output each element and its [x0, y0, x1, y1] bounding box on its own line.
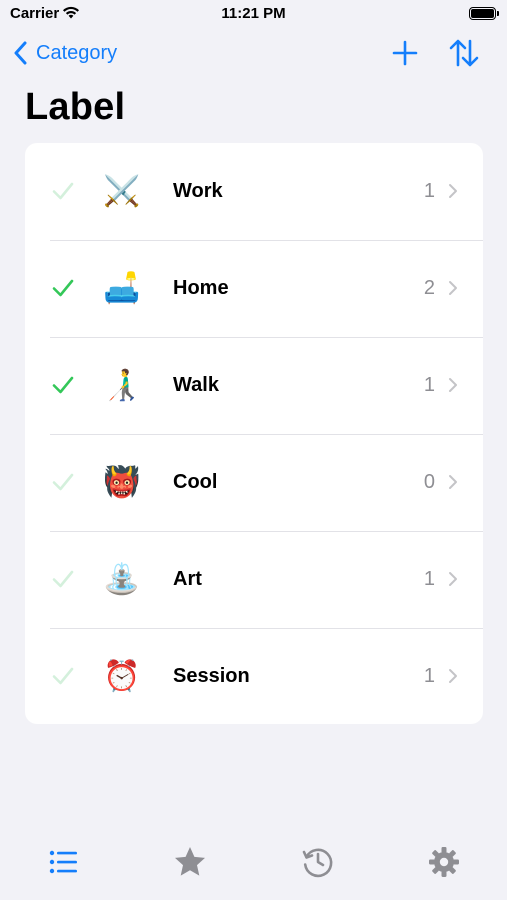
- item-label: Walk: [173, 374, 219, 396]
- checkmark-icon[interactable]: [51, 180, 75, 202]
- checkmark-icon[interactable]: [51, 374, 75, 396]
- tab-list[interactable]: [47, 845, 81, 879]
- item-count: 2: [423, 277, 435, 299]
- chevron-left-icon: [14, 41, 27, 65]
- tab-bar: [0, 830, 507, 900]
- chevron-right-icon: [449, 475, 457, 489]
- item-emoji: 👹: [103, 466, 141, 499]
- back-button[interactable]: Category: [14, 38, 117, 68]
- plus-icon: [392, 40, 418, 66]
- sort-arrows-icon: [449, 39, 479, 67]
- item-emoji: 👨‍🦯: [103, 369, 141, 402]
- add-button[interactable]: [390, 38, 420, 68]
- checkmark-icon[interactable]: [51, 277, 75, 299]
- item-label: Cool: [173, 471, 218, 493]
- list-item[interactable]: 🛋️ Home 2: [25, 240, 483, 337]
- item-count: 1: [423, 180, 435, 202]
- item-label: Session: [173, 665, 250, 687]
- item-label: Home: [173, 277, 229, 299]
- battery-icon: [469, 7, 499, 20]
- sort-button[interactable]: [447, 36, 481, 70]
- chevron-right-icon: [449, 378, 457, 392]
- star-icon: [175, 847, 205, 876]
- chevron-right-icon: [449, 281, 457, 295]
- list-item[interactable]: ⛲ Art 1: [25, 531, 483, 628]
- item-count: 1: [423, 568, 435, 590]
- item-count: 0: [423, 471, 435, 493]
- page-title: Label: [25, 86, 126, 128]
- chevron-right-icon: [449, 572, 457, 586]
- gear-icon: [429, 847, 459, 877]
- item-label: Work: [173, 180, 223, 202]
- tab-settings[interactable]: [427, 845, 461, 879]
- list-item[interactable]: ⚔️ Work 1: [25, 143, 483, 240]
- status-time: 11:21 PM: [221, 5, 286, 22]
- item-emoji: ⛲: [103, 563, 141, 596]
- list-item[interactable]: ⏰ Session 1: [25, 628, 483, 724]
- item-label: Art: [173, 568, 202, 590]
- back-button-label: Category: [36, 41, 118, 64]
- item-count: 1: [423, 374, 435, 396]
- list-item[interactable]: 👨‍🦯 Walk 1: [25, 337, 483, 434]
- checkmark-icon[interactable]: [51, 665, 75, 687]
- history-icon: [302, 848, 333, 878]
- tab-history[interactable]: [301, 845, 335, 879]
- list-icon: [49, 850, 77, 874]
- checkmark-icon[interactable]: [51, 471, 75, 493]
- checkmark-icon[interactable]: [51, 568, 75, 590]
- item-emoji: ⚔️: [103, 175, 141, 208]
- chevron-right-icon: [449, 184, 457, 198]
- status-bar: Carrier 11:21 PM: [0, 0, 507, 30]
- item-emoji: ⏰: [103, 660, 141, 693]
- chevron-right-icon: [449, 669, 457, 683]
- screen: Carrier 11:21 PM Category Label ⚔️ Work 1 🛋…: [0, 0, 507, 900]
- list-item[interactable]: 👹 Cool 0: [25, 434, 483, 531]
- item-emoji: 🛋️: [103, 272, 141, 305]
- item-count: 1: [423, 665, 435, 687]
- label-list: ⚔️ Work 1 🛋️ Home 2 👨‍🦯 Walk 1 👹 Cool 0 ⛲ Art 1 ⏰ Sessio…: [25, 143, 483, 724]
- tab-favorites[interactable]: [173, 845, 207, 879]
